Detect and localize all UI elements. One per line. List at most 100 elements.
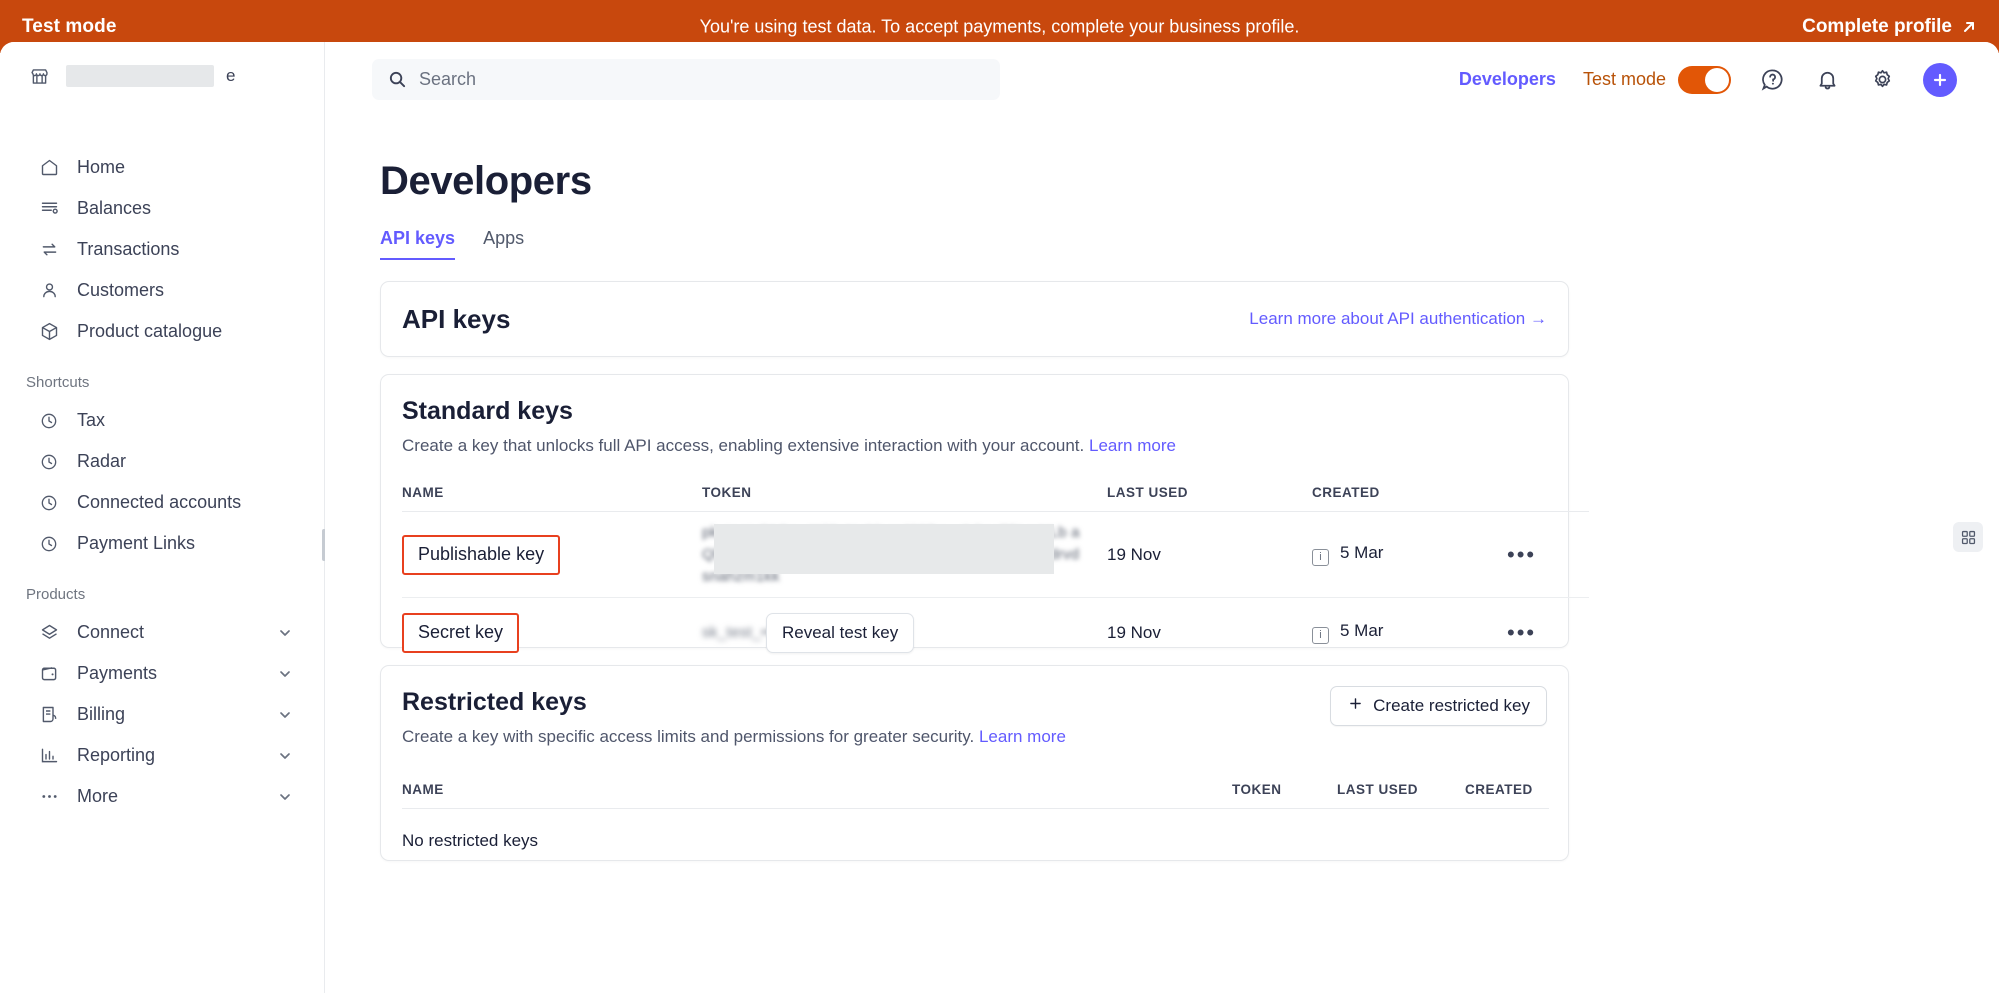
account-name-redacted <box>66 65 214 87</box>
complete-profile-label: Complete profile <box>1802 15 1952 37</box>
sidebar-item-transactions[interactable]: Transactions <box>12 229 313 270</box>
invoice-icon <box>38 704 60 726</box>
sidebar-item-payment-links[interactable]: Payment Links <box>12 523 313 564</box>
page-tabs: API keys Apps <box>380 228 524 260</box>
sidebar-item-label: Product catalogue <box>77 321 223 341</box>
info-icon[interactable]: i <box>1312 627 1329 645</box>
sidebar-item-label: Payment Links <box>77 533 196 553</box>
sidebar-item-label: Tax <box>77 410 106 430</box>
chevron-down-icon[interactable] <box>277 666 293 682</box>
sidebar-item-reporting[interactable]: Reporting <box>12 735 313 776</box>
row-actions-ellipsis-icon[interactable]: ••• <box>1507 542 1536 567</box>
topbar-actions: Developers Test mode <box>1459 62 1957 97</box>
gear-icon[interactable] <box>1868 66 1896 94</box>
column-header-name: NAME <box>402 771 1232 809</box>
sidebar-item-more[interactable]: More <box>12 776 313 817</box>
bar-chart-icon <box>38 745 60 767</box>
row-actions-ellipsis-icon[interactable]: ••• <box>1507 620 1536 645</box>
column-header-token: TOKEN <box>702 474 1107 512</box>
clock-icon <box>38 533 60 555</box>
restricted-keys-description: Create a key with specific access limits… <box>402 727 1547 747</box>
sidebar-item-label: Radar <box>77 451 127 471</box>
cell-last-used: 19 Nov <box>1107 511 1312 598</box>
chevron-down-icon[interactable] <box>277 789 293 805</box>
sidebar-item-connected-accounts[interactable]: Connected accounts <box>12 482 313 523</box>
sidebar-item-tax[interactable]: Tax <box>12 400 313 441</box>
standard-keys-card: Standard keys Create a key that unlocks … <box>380 374 1589 653</box>
cell-token[interactable]: pk_test_51Oz...WjSxNv28xmJ22Pzuu9dIqcT5L… <box>702 511 1107 598</box>
standard-keys-table: NAME TOKEN LAST USED CREATED Publishable… <box>402 474 1589 668</box>
cell-token[interactable]: sk_test_••••••••••••••••••••• Reveal tes… <box>702 598 1107 668</box>
standard-keys-description: Create a key that unlocks full API acces… <box>402 436 1547 456</box>
token-redaction-mask <box>714 523 1054 574</box>
cell-last-used: 19 Nov <box>1107 622 1161 642</box>
learn-more-api-authentication-link[interactable]: Learn more about API authentication → <box>1249 309 1547 329</box>
restricted-keys-card: Restricted keys Create a key with specif… <box>380 665 1569 861</box>
table-header-row: NAME TOKEN LAST USED CREATED <box>402 771 1549 809</box>
info-icon[interactable]: i <box>1312 549 1329 566</box>
create-restricted-key-button[interactable]: Create restricted key <box>1330 686 1547 726</box>
create-new-button[interactable] <box>1923 62 1957 97</box>
sidebar-item-payments[interactable]: Payments <box>12 653 313 694</box>
sidebar-item-label: Connect <box>77 622 145 642</box>
complete-profile-button[interactable]: Complete profile <box>1802 16 1977 38</box>
created-date: 5 Mar <box>1340 543 1384 562</box>
test-mode-switch-group[interactable]: Test mode <box>1583 65 1731 94</box>
sidebar-item-home[interactable]: Home <box>12 147 313 188</box>
sidebar-item-customers[interactable]: Customers <box>12 270 313 311</box>
column-header-last-used: LAST USED <box>1337 771 1465 809</box>
chevron-down-icon[interactable] <box>277 707 293 723</box>
search-icon <box>388 70 407 89</box>
sidebar-item-label: More <box>77 786 119 806</box>
restricted-keys-learn-more-link[interactable]: Learn more <box>979 727 1066 746</box>
grid-apps-icon[interactable] <box>1953 522 1983 552</box>
account-switcher[interactable]: e <box>28 65 235 87</box>
topbar: Search Developers Test mode <box>325 42 1999 117</box>
sidebar-item-label: Connected accounts <box>77 492 242 512</box>
tab-apps[interactable]: Apps <box>483 228 524 260</box>
sidebar-item-balances[interactable]: Balances <box>12 188 313 229</box>
publishable-key-name-annotation: Publishable key <box>402 534 561 575</box>
cell-created: i 5 Mar <box>1312 511 1507 598</box>
sidebar-section-shortcuts: Shortcuts <box>26 374 90 391</box>
wallet-icon <box>38 663 60 685</box>
search-input[interactable]: Search <box>372 59 1000 100</box>
sidebar-item-label: Reporting <box>77 745 156 765</box>
test-mode-toggle[interactable] <box>1678 65 1731 94</box>
column-header-actions <box>1507 474 1589 512</box>
api-keys-card: API keys Learn more about API authentica… <box>380 281 1569 357</box>
table-row[interactable]: Secret key sk_test_•••••••••••••••••••••… <box>402 598 1589 668</box>
sidebar-item-label: Customers <box>77 280 165 300</box>
sidebar-item-billing[interactable]: Billing <box>12 694 313 735</box>
cell-actions: ••• <box>1507 598 1589 668</box>
ellipsis-icon <box>38 786 60 808</box>
sidebar-item-label: Home <box>77 157 126 177</box>
main-content: Developers API keys Apps API keys Learn … <box>325 117 1999 993</box>
sidebar-item-product-catalogue[interactable]: Product catalogue <box>12 311 313 352</box>
sidebar-item-connect[interactable]: Connect <box>12 612 313 653</box>
sidebar-item-radar[interactable]: Radar <box>12 441 313 482</box>
bell-icon[interactable] <box>1813 66 1841 94</box>
table-row[interactable]: Publishable key pk_test_51Oz...WjSxNv28x… <box>402 511 1589 598</box>
sidebar-item-label: Transactions <box>77 239 180 259</box>
help-circle-icon[interactable] <box>1758 66 1786 94</box>
developers-link[interactable]: Developers <box>1459 69 1556 90</box>
tab-api-keys[interactable]: API keys <box>380 228 455 260</box>
chevron-down-icon[interactable] <box>277 748 293 764</box>
create-restricted-key-label: Create restricted key <box>1373 696 1530 715</box>
store-icon <box>28 65 50 87</box>
table-header-row: NAME TOKEN LAST USED CREATED <box>402 474 1589 512</box>
home-icon <box>38 157 60 179</box>
clock-icon <box>38 492 60 514</box>
restricted-keys-table-wrap: NAME TOKEN LAST USED CREATED No restrict… <box>381 771 1568 873</box>
sidebar: e Home Balances Transactions Customers P… <box>0 42 325 993</box>
standard-keys-learn-more-link[interactable]: Learn more <box>1089 436 1176 455</box>
api-keys-card-title: API keys <box>402 303 511 334</box>
standard-keys-title: Standard keys <box>402 397 573 425</box>
account-name-tail: e <box>226 66 236 85</box>
page-title: Developers <box>380 159 592 203</box>
chevron-down-icon[interactable] <box>277 625 293 641</box>
reveal-test-key-button[interactable]: Reveal test key <box>766 612 915 653</box>
plus-icon <box>1933 73 1947 86</box>
standard-keys-table-wrap: NAME TOKEN LAST USED CREATED Publishable… <box>381 474 1589 668</box>
